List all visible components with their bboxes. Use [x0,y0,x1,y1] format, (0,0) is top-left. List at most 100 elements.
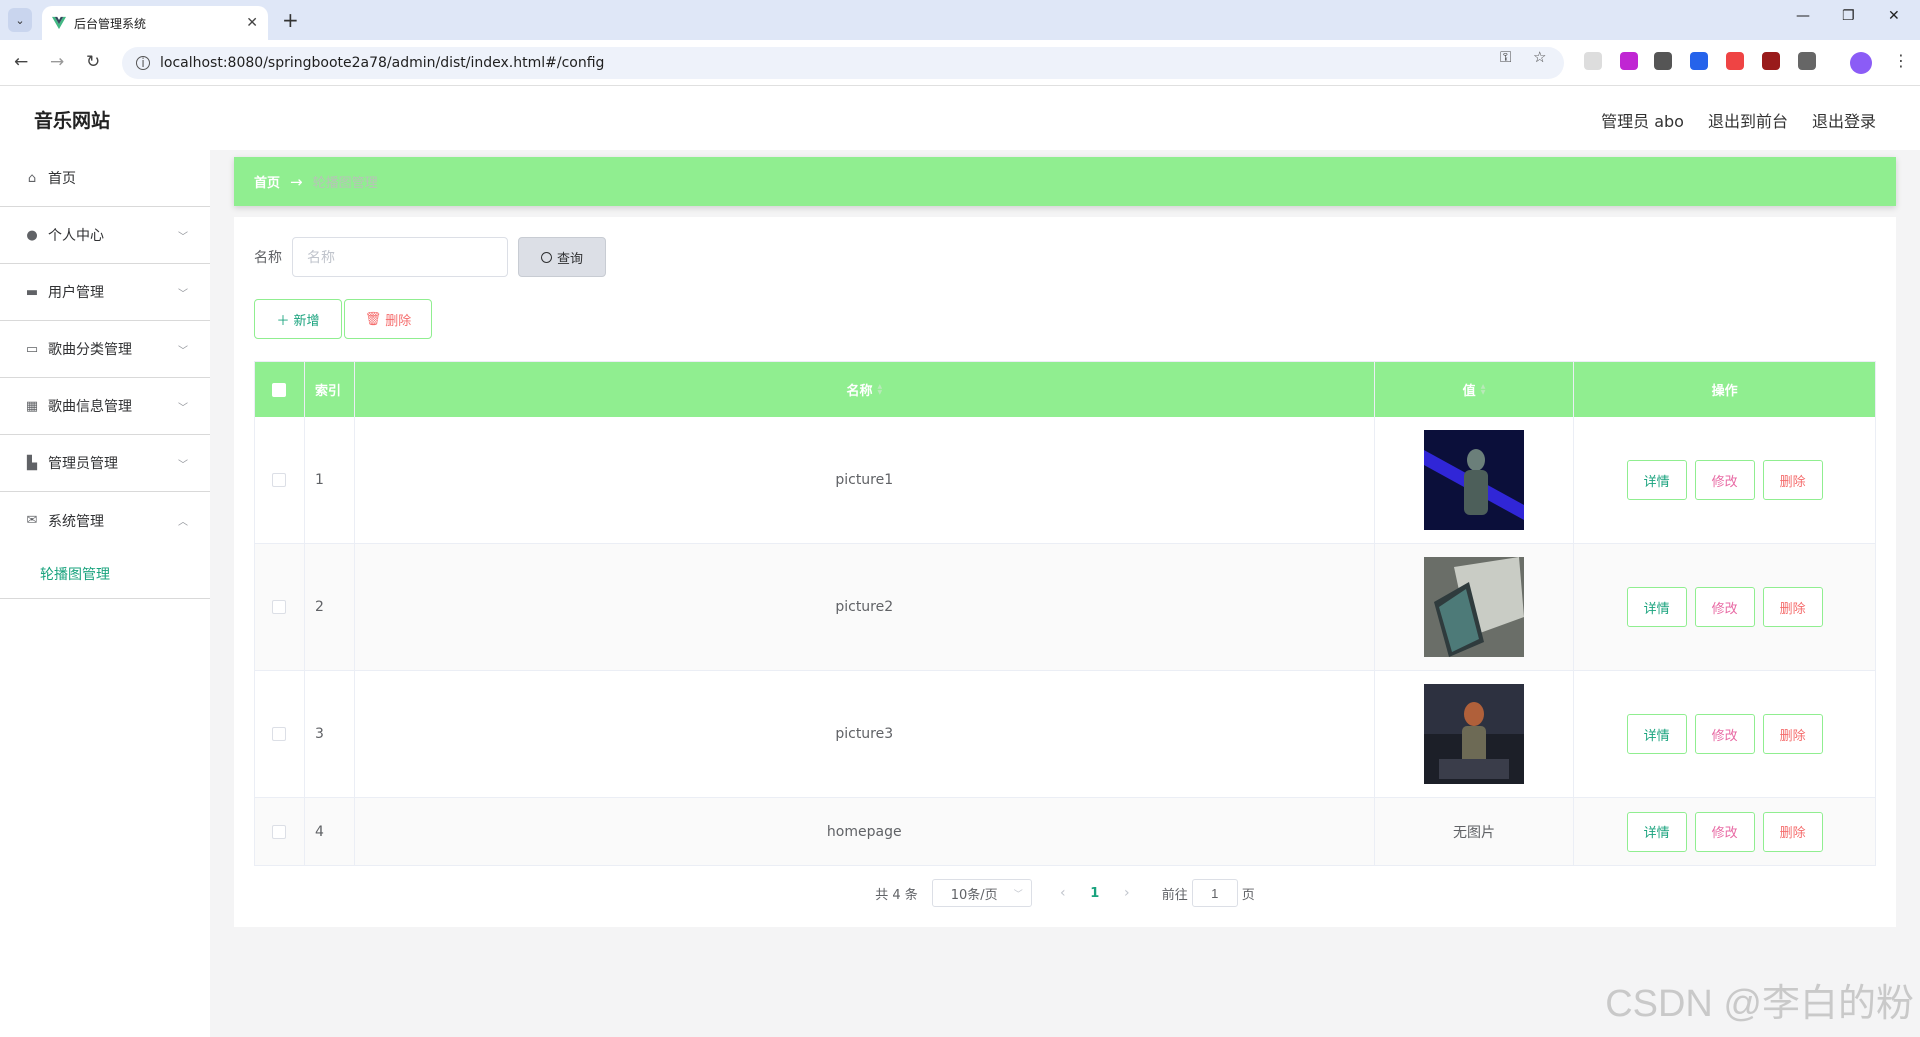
row-checkbox[interactable] [272,727,287,741]
browser-toolbar: ← → ↻ i localhost:8080/springboote2a78/a… [0,40,1920,86]
extension-layers-icon[interactable] [1690,52,1708,70]
extension-shield-icon[interactable] [1762,52,1780,70]
sidebar-item-song-info[interactable]: ▦ 歌曲信息管理 ﹀ [0,378,210,435]
close-tab-icon[interactable]: ✕ [246,15,258,31]
table-header: 索引 名称 ▲ ▼ 值 ▲ ▼ 操作 [255,362,1875,417]
chevron-down-icon: ﹀ [178,231,188,243]
sidebar-item-label: 首页 [48,171,76,187]
sort-icon[interactable]: ▲ ▼ [877,383,882,396]
detail-button[interactable]: 详情 [1626,714,1687,754]
browser-menu-icon[interactable]: ⋮ [1893,51,1909,70]
home-icon: ⌂ [27,170,37,186]
sidebar-item-profile[interactable]: ● 个人中心 ﹀ [0,207,210,264]
restore-icon[interactable]: ❐ [1842,8,1855,24]
sidebar-item-label: 系统管理 [48,513,104,530]
page-size-value: 10条/页 [950,887,998,903]
sidebar-item-home[interactable]: ⌂ 首页 [0,150,210,207]
action-bar: ＋ 新增 🗑 删除 [254,299,432,339]
batch-delete-button[interactable]: 🗑 删除 [344,299,432,339]
table-row: 2 picture2 详情 修改 删除 [255,544,1875,671]
delete-button[interactable]: 删除 [1762,460,1823,500]
chevron-up-icon: ︿ [178,517,188,528]
sidebar-item-label: 歌曲分类管理 [48,342,132,358]
page-size-select[interactable]: 10条/页 ﹀ [931,879,1032,907]
edit-button[interactable]: 修改 [1694,811,1755,852]
row-index: 1 [305,417,355,543]
sidebar-item-label: 用户管理 [48,285,104,301]
camera-icon: ▙ [27,455,37,471]
next-page-icon[interactable]: › [1112,885,1142,901]
site-info-icon[interactable]: i [136,56,150,70]
goto-page-input[interactable] [1191,879,1238,907]
sidebar-item-system[interactable]: ✉ 系统管理 ︿ [0,492,210,549]
search-input[interactable] [292,237,508,277]
row-index: 4 [305,798,355,865]
chevron-down-icon: ﹀ [178,345,188,357]
page-number[interactable]: 1 [1078,886,1112,901]
sidebar-item-users[interactable]: ▬ 用户管理 ﹀ [0,264,210,321]
extension-tree-icon[interactable] [1726,52,1744,70]
bookmark-star-icon[interactable]: ☆ [1533,48,1546,66]
select-all-checkbox[interactable] [272,382,287,397]
delete-button[interactable]: 删除 [1762,587,1823,627]
trash-icon: 🗑 [364,311,382,326]
logout-link[interactable]: 退出登录 [1812,108,1876,132]
sort-icon[interactable]: ▲ ▼ [1481,383,1486,396]
row-checkbox[interactable] [272,473,287,487]
tab-search-icon[interactable]: ⌄ [8,8,32,32]
add-button[interactable]: ＋ 新增 [254,299,342,339]
row-checkbox[interactable] [272,824,287,839]
close-window-icon[interactable]: ✕ [1888,8,1900,24]
forward-icon[interactable]: → [50,52,64,72]
goto-prefix: 前往 [1161,887,1188,903]
browser-tab[interactable]: 后台管理系统 ✕ [42,6,268,40]
breadcrumb-current: 轮播图管理 [312,176,378,191]
back-icon[interactable]: ← [14,52,28,72]
back-to-frontend-link[interactable]: 退出到前台 [1708,108,1788,132]
pagination-total: 共 4 条 [875,887,918,903]
minimize-icon[interactable]: — [1796,8,1810,24]
add-button-label: 新增 [293,312,320,328]
sidebar-item-label: 个人中心 [48,228,104,244]
carousel-table: 索引 名称 ▲ ▼ 值 ▲ ▼ 操作 1 picture1 详情 修改 删除 2… [254,361,1876,866]
extension-game-icon[interactable] [1654,52,1672,70]
breadcrumb: 首页 → 轮播图管理 [234,157,1896,206]
row-name: homepage [355,798,1375,865]
search-form: 名称 查询 [254,237,606,277]
prev-page-icon[interactable]: ‹ [1048,885,1078,901]
edit-button[interactable]: 修改 [1694,587,1755,627]
row-name: picture3 [355,671,1375,797]
reload-icon[interactable]: ↻ [86,52,100,72]
header-index: 索引 [305,362,355,417]
sidebar-subitem-carousel[interactable]: 轮播图管理 [0,549,210,599]
detail-button[interactable]: 详情 [1626,460,1687,500]
edit-button[interactable]: 修改 [1694,714,1755,754]
main-panel: 名称 查询 ＋ 新增 🗑 删除 索引 名称 ▲▼ 值 ▲▼ [234,217,1896,927]
new-tab-icon[interactable]: + [282,8,299,32]
carousel-thumbnail [1424,430,1524,530]
profile-avatar[interactable] [1850,52,1872,74]
delete-button[interactable]: 删除 [1762,714,1823,754]
header-name[interactable]: 名称 ▲ ▼ [355,362,1375,417]
row-no-image: 无图片 [1375,798,1575,865]
breadcrumb-home[interactable]: 首页 [254,172,280,191]
row-name: picture1 [355,417,1375,543]
extension-cursor-icon[interactable] [1584,52,1602,70]
address-bar[interactable]: i localhost:8080/springboote2a78/admin/d… [122,47,1564,79]
key-icon[interactable]: ⚿ [1500,48,1511,66]
grid-icon: ▦ [25,398,39,414]
sidebar-item-admins[interactable]: ▙ 管理员管理 ﹀ [0,435,210,492]
sidebar-item-song-category[interactable]: ▭ 歌曲分类管理 ﹀ [0,321,210,378]
edit-button[interactable]: 修改 [1694,460,1755,500]
search-button[interactable]: 查询 [518,237,606,277]
row-checkbox[interactable] [272,600,287,614]
detail-button[interactable]: 详情 [1626,811,1687,852]
page-jumper: 前往 页 [1162,879,1255,907]
detail-button[interactable]: 详情 [1626,587,1687,627]
extension-ip-icon[interactable] [1620,52,1638,70]
chevron-down-icon: ﹀ [178,459,188,471]
delete-button[interactable]: 删除 [1762,811,1823,852]
header-value[interactable]: 值 ▲ ▼ [1375,362,1575,417]
search-icon [540,251,552,263]
extensions-puzzle-icon[interactable] [1798,52,1816,70]
